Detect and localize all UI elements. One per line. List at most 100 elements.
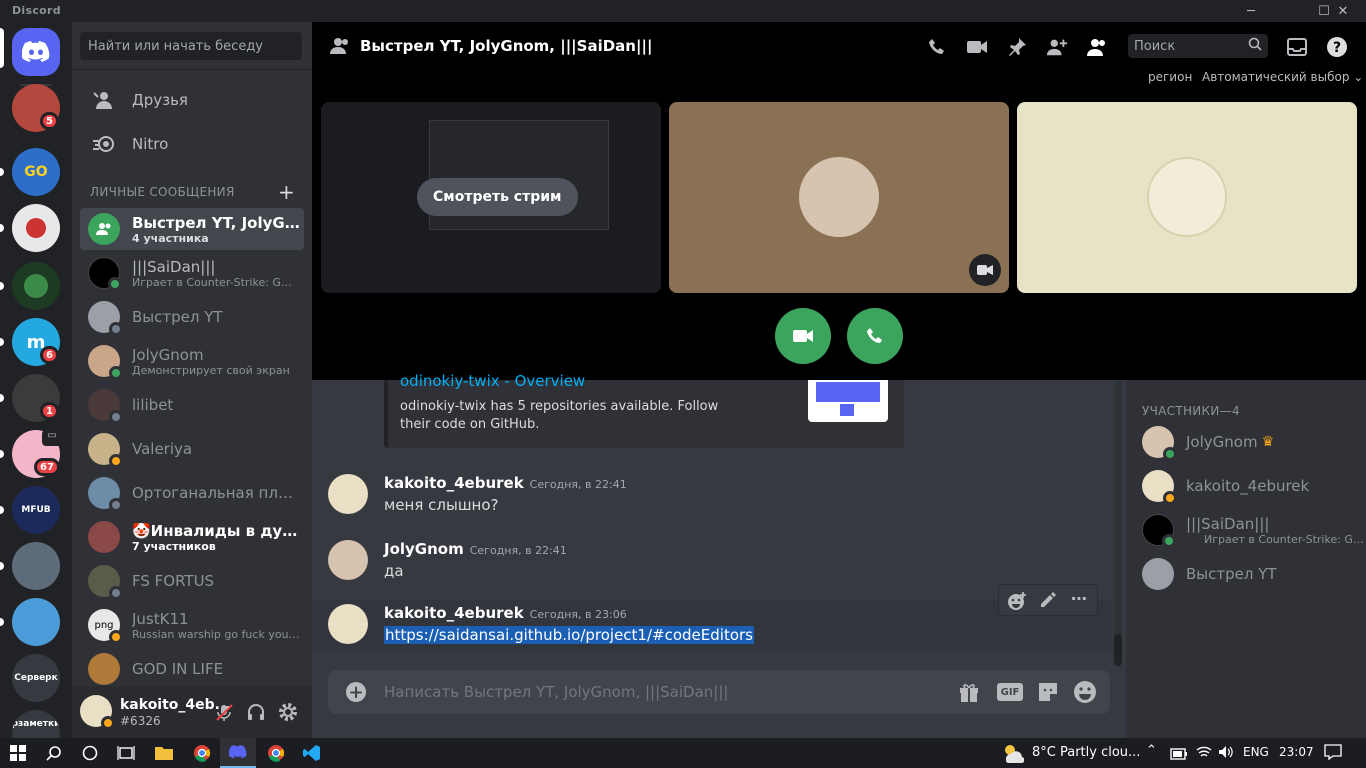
watch-stream-button[interactable]: Смотреть стрим xyxy=(417,178,578,216)
dm-item[interactable]: Valeriya xyxy=(80,428,304,470)
friends-nav[interactable]: Друзья xyxy=(80,79,304,121)
sticker-icon[interactable] xyxy=(1037,681,1059,707)
dm-item[interactable]: JolyGnom Демонстрирует свой экран xyxy=(80,340,304,382)
voice-call-button[interactable] xyxy=(847,308,903,364)
task-view-icon[interactable] xyxy=(108,738,144,768)
nitro-nav[interactable]: Nitro xyxy=(80,123,304,165)
member-activity: Играет в Counter-Strike: G... xyxy=(1204,532,1364,546)
home-button[interactable] xyxy=(12,28,60,76)
vscode-icon[interactable] xyxy=(294,738,330,768)
dm-item[interactable]: Выстрел YT xyxy=(80,296,304,338)
gift-icon[interactable] xyxy=(958,681,980,707)
message-author[interactable]: JolyGnom xyxy=(384,540,464,558)
pinned-messages-icon[interactable] xyxy=(1006,36,1028,58)
status-idle xyxy=(109,630,123,644)
server-avatar[interactable] xyxy=(12,262,60,310)
more-options-icon[interactable]: ⋯ xyxy=(1071,589,1087,608)
notifications-icon[interactable] xyxy=(1324,744,1342,764)
dm-name: Ортоганальная площ... xyxy=(132,484,300,502)
mute-mic-icon[interactable] xyxy=(214,702,234,722)
participant-tile[interactable] xyxy=(1017,102,1357,293)
settings-gear-icon[interactable] xyxy=(278,702,298,722)
composer-placeholder[interactable]: Написать Выстрел YT, JolyGnom, |||SaiDan… xyxy=(384,683,728,701)
video-camera-icon xyxy=(969,254,1001,286)
dm-item[interactable]: 🤡Инвалиды в дурке...7 участников xyxy=(80,516,304,558)
search-icon[interactable] xyxy=(36,738,72,768)
add-reaction-icon[interactable] xyxy=(1007,591,1027,615)
dm-item[interactable]: lilibet xyxy=(80,384,304,426)
server-serverk[interactable]: Серверк xyxy=(12,654,60,702)
help-icon[interactable]: ? xyxy=(1326,36,1348,58)
create-dm-plus-icon[interactable]: + xyxy=(278,180,295,204)
message-author[interactable]: kakoito_4eburek xyxy=(384,604,524,622)
chat-scrollbar-thumb[interactable] xyxy=(1114,634,1122,666)
toggle-camera-button[interactable] xyxy=(775,308,831,364)
weather-text[interactable]: 8°C Partly clou... xyxy=(1032,745,1140,760)
friends-icon xyxy=(92,88,116,112)
avatar xyxy=(1142,470,1177,505)
participant-tile[interactable] xyxy=(669,102,1009,293)
close-button[interactable]: ✕ xyxy=(1320,0,1366,22)
edit-pencil-icon[interactable] xyxy=(1039,591,1057,613)
member-item[interactable]: |||SaiDan||| Играет в Counter-Strike: G.… xyxy=(1142,514,1364,548)
dm-name: Выстрел YT xyxy=(132,308,223,326)
server-avatar[interactable] xyxy=(12,598,60,646)
battery-icon[interactable] xyxy=(1170,745,1188,764)
avatar xyxy=(88,653,120,685)
server-mfub[interactable]: MFUB xyxy=(12,486,60,534)
start-voice-call-icon[interactable] xyxy=(926,36,948,58)
region-dropdown[interactable]: Автоматический выбор ⌄ xyxy=(1202,70,1363,84)
dm-item[interactable]: Ортоганальная площ... xyxy=(80,472,304,514)
participant-avatar xyxy=(1147,157,1227,237)
avatar xyxy=(88,301,123,336)
minimize-button[interactable]: ─ xyxy=(1228,0,1274,22)
stream-tile[interactable]: Смотреть стрим xyxy=(321,102,661,293)
dm-item[interactable]: FS FORTUS xyxy=(80,560,304,602)
chrome-icon[interactable] xyxy=(184,738,220,768)
add-friends-icon[interactable] xyxy=(1046,36,1068,58)
volume-icon[interactable] xyxy=(1218,744,1234,763)
user-avatar[interactable] xyxy=(80,695,115,730)
upload-plus-icon[interactable]: + xyxy=(346,682,366,703)
windows-start-icon[interactable] xyxy=(0,738,36,768)
server-letsgo[interactable]: GO xyxy=(12,148,60,196)
dm-name: JolyGnom xyxy=(132,345,204,364)
message-avatar[interactable] xyxy=(328,540,368,580)
member-item[interactable]: Выстрел YT xyxy=(1142,558,1277,590)
headphones-icon[interactable] xyxy=(246,702,266,722)
dm-item[interactable]: |||SaiDan||| Играет в Counter-Strike: G..… xyxy=(80,252,304,294)
inbox-icon[interactable] xyxy=(1286,36,1308,58)
weather-icon[interactable] xyxy=(1000,742,1025,764)
discord-taskbar-icon[interactable] xyxy=(220,738,256,768)
dm-item[interactable]: Выстрел YT, JolyGno...4 участника xyxy=(80,208,304,250)
file-explorer-icon[interactable] xyxy=(146,738,182,768)
member-item[interactable]: kakoito_4eburek xyxy=(1142,470,1309,505)
message-link[interactable]: https://saidansai.github.io/project1/#co… xyxy=(384,626,754,644)
gif-button[interactable]: GIF xyxy=(997,683,1023,701)
header-search-input[interactable]: Поиск xyxy=(1128,34,1268,58)
embed-title[interactable]: odinokiy-twix - Overview xyxy=(400,372,585,390)
emoji-icon[interactable] xyxy=(1073,680,1097,708)
dm-search-input[interactable]: Найти или начать беседу xyxy=(80,32,302,60)
message-avatar[interactable] xyxy=(328,604,368,644)
message-actions-toolbar: ⋯ xyxy=(998,584,1098,616)
server-avatar[interactable] xyxy=(12,542,60,590)
dm-item[interactable]: GOD IN LIFE xyxy=(80,648,304,690)
cortana-icon[interactable] xyxy=(72,738,108,768)
wifi-icon[interactable] xyxy=(1196,744,1212,763)
message-author[interactable]: kakoito_4eburek xyxy=(384,474,524,492)
tray-chevron-up-icon[interactable]: ⌃ xyxy=(1146,743,1157,758)
svg-text:?: ? xyxy=(1333,40,1341,56)
message-avatar[interactable] xyxy=(328,474,368,514)
member-item[interactable]: JolyGnom ♛ xyxy=(1142,426,1274,461)
language-indicator[interactable]: ENG xyxy=(1243,745,1269,759)
member-list-icon[interactable] xyxy=(1086,36,1108,58)
message-timestamp: Сегодня, в 22:41 xyxy=(469,544,567,557)
clock[interactable]: 23:07 xyxy=(1279,745,1314,759)
unread-badge: 6 xyxy=(40,346,59,364)
server-avatar[interactable] xyxy=(12,204,60,252)
region-value: Автоматический выбор xyxy=(1202,70,1350,84)
chrome-icon[interactable] xyxy=(258,738,294,768)
dm-item[interactable]: png JustK11 Russian warship go fuck yours… xyxy=(80,604,304,646)
start-video-call-icon[interactable] xyxy=(966,36,988,58)
